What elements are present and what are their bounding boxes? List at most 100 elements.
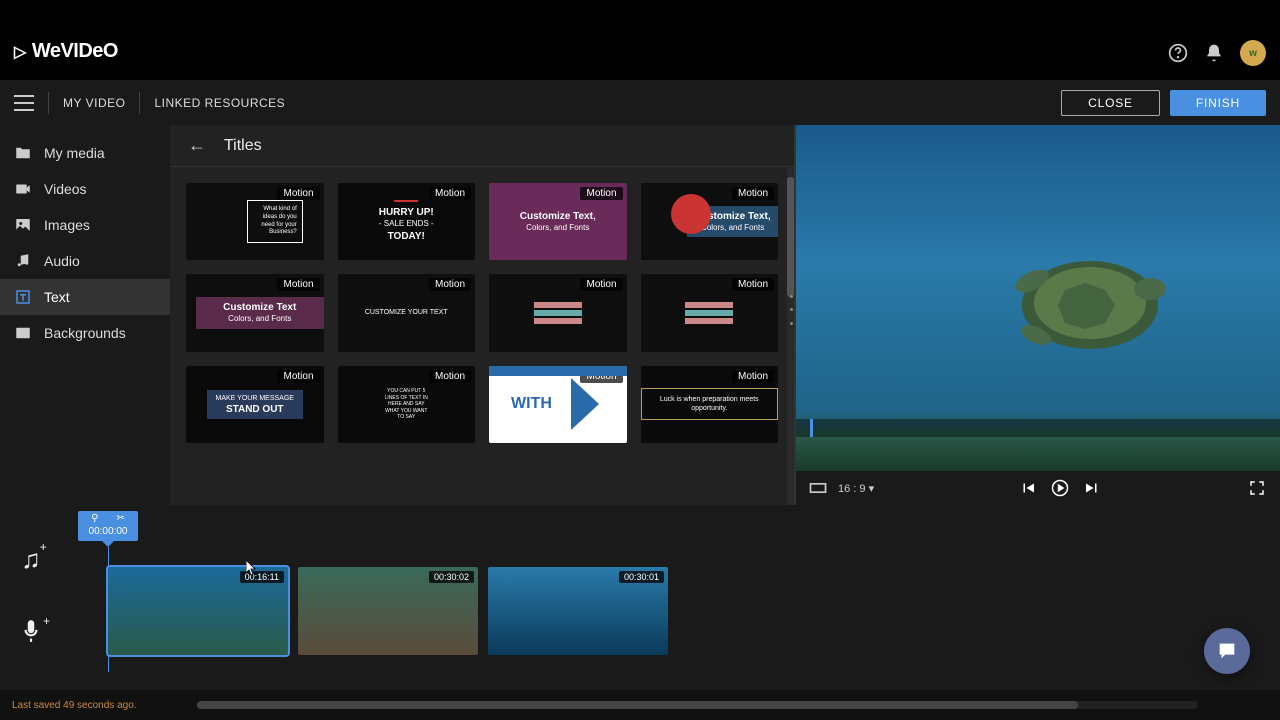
skip-forward-button[interactable] — [1081, 477, 1103, 499]
divider — [48, 92, 49, 114]
sidebar-item-audio[interactable]: Audio — [0, 243, 170, 279]
user-avatar[interactable]: w — [1240, 40, 1266, 66]
timeline-clip[interactable]: 00:16:11 — [108, 567, 288, 655]
last-saved-text: Last saved 49 seconds ago. — [12, 700, 137, 711]
playhead-time: 00:00:00 — [82, 524, 134, 539]
tab-linked-resources[interactable]: LINKED RESOURCES — [154, 96, 285, 110]
card-preview-text: Luck is when preparation meets opportuni… — [641, 388, 779, 420]
play-button[interactable] — [1049, 477, 1071, 499]
panel-scrollbar[interactable] — [787, 167, 794, 505]
timeline-clip[interactable]: 00:30:01 — [488, 567, 668, 655]
title-card[interactable]: Motion YOU CAN PUT 5 LINES OF TEXT IN HE… — [338, 366, 476, 443]
card-preview-text: Customize TextColors, and Fonts — [196, 297, 324, 328]
panel-resize-handle[interactable] — [790, 290, 796, 330]
card-preview-text: HURRY UP! - SALE ENDS - TODAY! — [375, 196, 438, 246]
titles-grid: Motion What kind of ideas do you need fo… — [186, 183, 778, 443]
clip-row: 00:16:11 00:30:02 00:30:01 — [108, 567, 1260, 655]
divider — [139, 92, 140, 114]
preview-scrubber[interactable] — [796, 419, 1280, 437]
aspect-icon — [808, 478, 828, 498]
preview-canvas[interactable] — [796, 125, 1280, 471]
notifications-icon[interactable] — [1204, 43, 1224, 63]
timeline-track[interactable]: ⚲ ✂ 00:00:00 00:16:11 00:30:02 00:30:01 — [62, 505, 1280, 690]
add-voiceover-button[interactable]: + — [18, 618, 44, 651]
title-card[interactable]: Motion WITH — [489, 366, 627, 443]
title-card[interactable]: Motion MAKE YOUR MESSAGE STAND OUT — [186, 366, 324, 443]
marker-cut-icon[interactable]: ✂ — [117, 513, 125, 524]
titles-panel: ← Titles Motion What kind of ideas do yo… — [170, 125, 794, 505]
panel-title: Titles — [224, 137, 262, 155]
add-music-button[interactable]: ♫+ — [21, 544, 41, 575]
finish-button[interactable]: FINISH — [1170, 90, 1266, 116]
image-icon — [14, 216, 32, 234]
fullscreen-button[interactable] — [1246, 477, 1268, 499]
card-preview-text: What kind of ideas do you need for your … — [247, 200, 303, 243]
sidebar-item-text[interactable]: Text — [0, 279, 170, 315]
card-preview-text: WITH — [511, 395, 552, 413]
preview-content — [990, 235, 1190, 375]
scrollbar-thumb[interactable] — [197, 701, 1078, 709]
workspace: My media Videos Images Audio Text Backgr… — [0, 125, 1280, 505]
help-icon[interactable] — [1168, 43, 1188, 63]
logo-play-icon: ▷ — [14, 42, 26, 62]
close-button[interactable]: CLOSE — [1061, 90, 1160, 116]
marker-pin-icon[interactable]: ⚲ — [91, 513, 98, 524]
playhead-marker[interactable]: ⚲ ✂ 00:00:00 — [78, 511, 138, 541]
help-chat-button[interactable] — [1204, 628, 1250, 674]
sidebar-item-backgrounds[interactable]: Backgrounds — [0, 315, 170, 351]
preview-pane: 16 : 9 ▾ — [794, 125, 1280, 505]
motion-badge: Motion — [277, 187, 319, 200]
back-arrow-icon[interactable]: ← — [188, 135, 206, 156]
motion-badge: Motion — [277, 278, 319, 291]
sidebar-item-label: Audio — [44, 253, 80, 269]
playhead-indicator[interactable] — [810, 419, 813, 437]
media-sidebar: My media Videos Images Audio Text Backgr… — [0, 125, 170, 505]
panel-header: ← Titles — [170, 125, 794, 167]
timeline-tools: ♫+ + — [0, 505, 62, 690]
timeline-clip[interactable]: 00:30:02 — [298, 567, 478, 655]
card-preview-text: CUSTOMIZE YOUR TEXT — [361, 304, 452, 321]
sidebar-item-label: Text — [44, 289, 70, 305]
timeline: ♫+ + ⚲ ✂ 00:00:00 00:16:11 00:30:02 00: — [0, 505, 1280, 690]
sidebar-item-label: My media — [44, 145, 105, 161]
motion-badge: Motion — [429, 278, 471, 291]
clip-duration: 00:30:02 — [429, 571, 474, 583]
title-card[interactable]: Motion HURRY UP! - SALE ENDS - TODAY! — [338, 183, 476, 260]
sidebar-item-my-media[interactable]: My media — [0, 135, 170, 171]
card-preview-text: Customize Text, Colors, and Fonts — [516, 206, 600, 237]
brand-logo[interactable]: ▷ WeVIDeO — [14, 40, 118, 63]
motion-badge: Motion — [580, 187, 622, 200]
sidebar-item-videos[interactable]: Videos — [0, 171, 170, 207]
title-card[interactable]: Motion Customize TextColors, and Fonts — [186, 274, 324, 351]
title-card[interactable]: Motion — [489, 274, 627, 351]
brand-name: WeVIDeO — [32, 40, 118, 63]
titles-grid-container[interactable]: Motion What kind of ideas do you need fo… — [170, 167, 794, 505]
motion-badge: Motion — [429, 187, 471, 200]
text-icon — [14, 288, 32, 306]
title-card[interactable]: Motion What kind of ideas do you need fo… — [186, 183, 324, 260]
motion-badge: Motion — [580, 278, 622, 291]
title-card[interactable]: Motion Customize Text, Colors, and Fonts — [489, 183, 627, 260]
skip-back-button[interactable] — [1017, 477, 1039, 499]
folder-icon — [14, 144, 32, 162]
preview-controls: 16 : 9 ▾ — [796, 471, 1280, 505]
card-preview-text: MAKE YOUR MESSAGE STAND OUT — [207, 390, 303, 419]
video-icon — [14, 180, 32, 198]
scrollbar-thumb[interactable] — [787, 177, 794, 297]
title-card[interactable]: Motion — [641, 274, 779, 351]
sidebar-item-label: Videos — [44, 181, 87, 197]
timeline-scrollbar[interactable] — [197, 701, 1198, 709]
aspect-ratio-select[interactable]: 16 : 9 ▾ — [838, 482, 874, 495]
title-card[interactable]: Motion Customize Text, Colors, and Fonts — [641, 183, 779, 260]
clip-duration: 00:16:11 — [240, 571, 284, 583]
title-card[interactable]: Motion Luck is when preparation meets op… — [641, 366, 779, 443]
title-card[interactable]: Motion CUSTOMIZE YOUR TEXT — [338, 274, 476, 351]
tab-my-video[interactable]: MY VIDEO — [63, 96, 125, 110]
motion-badge: Motion — [732, 278, 774, 291]
backgrounds-icon — [14, 324, 32, 342]
menu-hamburger-icon[interactable] — [14, 95, 34, 111]
status-bar: Last saved 49 seconds ago. — [0, 690, 1280, 720]
audio-icon — [14, 252, 32, 270]
motion-badge: Motion — [732, 187, 774, 200]
sidebar-item-images[interactable]: Images — [0, 207, 170, 243]
